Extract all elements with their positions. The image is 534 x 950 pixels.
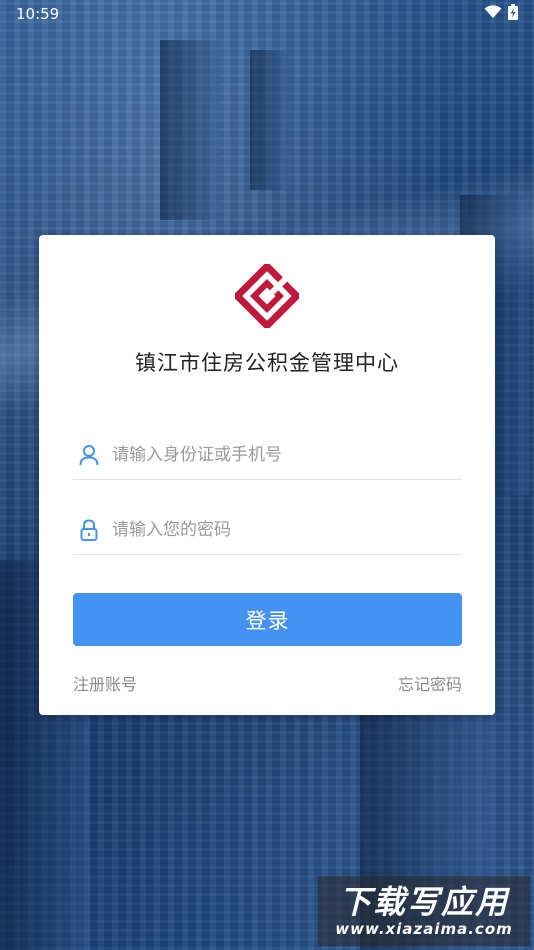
username-input[interactable] <box>112 445 442 465</box>
user-icon <box>78 444 100 466</box>
register-account-link[interactable]: 注册账号 <box>73 671 137 695</box>
watermark: 下载写应用 www.xiazaima.com <box>318 876 530 946</box>
housing-fund-logo <box>232 261 302 331</box>
wifi-icon <box>484 5 502 23</box>
username-field[interactable] <box>73 431 462 480</box>
background-tower <box>250 50 290 190</box>
watermark-url: www.xiazaima.com <box>335 920 513 938</box>
background-tower <box>160 40 220 220</box>
forgot-password-link[interactable]: 忘记密码 <box>398 671 462 695</box>
page-title: 镇江市住房公积金管理中心 <box>135 351 399 375</box>
lock-icon <box>78 519 100 541</box>
status-time: 10:59 <box>16 5 60 23</box>
password-input[interactable] <box>112 520 442 540</box>
watermark-title: 下载写应用 <box>338 883 509 921</box>
status-icons <box>484 4 518 24</box>
login-card: 镇江市住房公积金管理中心 登录 注册账号 忘记密码 <box>39 235 495 715</box>
status-bar: 10:59 <box>0 0 534 28</box>
battery-charging-icon <box>508 4 518 24</box>
login-button[interactable]: 登录 <box>73 593 462 646</box>
app-screen: 10:59 镇江市住房公积金管理中心 请输入身份证或手机号 登录 注册账号 忘记… <box>0 0 534 950</box>
password-field[interactable] <box>73 506 462 555</box>
